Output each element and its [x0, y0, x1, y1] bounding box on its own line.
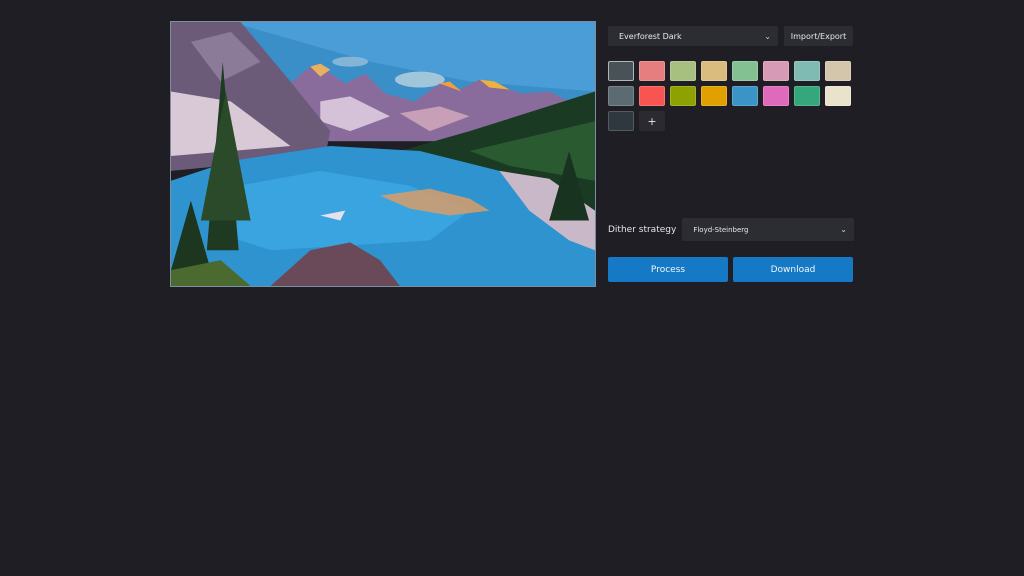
swatch[interactable] — [763, 86, 789, 106]
theme-panel: Everforest Dark ⌄ Import/Export — [608, 26, 854, 46]
swatch-row-2 — [608, 86, 858, 106]
process-button[interactable]: Process — [608, 257, 728, 282]
swatch[interactable] — [763, 61, 789, 81]
chevron-down-icon: ⌄ — [764, 31, 771, 41]
swatch[interactable] — [701, 61, 727, 81]
dither-strategy-label: Dither strategy — [608, 224, 677, 235]
swatch[interactable] — [825, 86, 851, 106]
action-buttons: Process Download — [608, 257, 854, 282]
swatch[interactable] — [608, 111, 634, 131]
swatch-row-3: + — [608, 111, 858, 131]
swatch-row-1 — [608, 61, 858, 81]
swatch[interactable] — [732, 86, 758, 106]
dither-row: Dither strategy Floyd-Steinberg ⌄ — [608, 218, 854, 241]
swatch[interactable] — [732, 61, 758, 81]
palette-swatches: + — [608, 61, 858, 136]
swatch[interactable] — [825, 61, 851, 81]
chevron-down-icon: ⌄ — [840, 225, 847, 234]
swatch[interactable] — [608, 86, 634, 106]
dither-strategy-value: Floyd-Steinberg — [693, 225, 749, 234]
image-preview — [170, 21, 596, 287]
add-color-button[interactable]: + — [639, 111, 665, 131]
landscape-image — [171, 22, 595, 286]
swatch[interactable] — [608, 61, 634, 81]
swatch[interactable] — [639, 61, 665, 81]
swatch[interactable] — [639, 86, 665, 106]
download-button[interactable]: Download — [733, 257, 853, 282]
swatch[interactable] — [670, 86, 696, 106]
theme-select-value: Everforest Dark — [619, 31, 682, 41]
dither-strategy-select[interactable]: Floyd-Steinberg ⌄ — [682, 218, 854, 241]
swatch[interactable] — [794, 61, 820, 81]
import-export-button[interactable]: Import/Export — [784, 26, 853, 46]
swatch[interactable] — [670, 61, 696, 81]
theme-select[interactable]: Everforest Dark ⌄ — [608, 26, 778, 46]
swatch[interactable] — [794, 86, 820, 106]
swatch[interactable] — [701, 86, 727, 106]
